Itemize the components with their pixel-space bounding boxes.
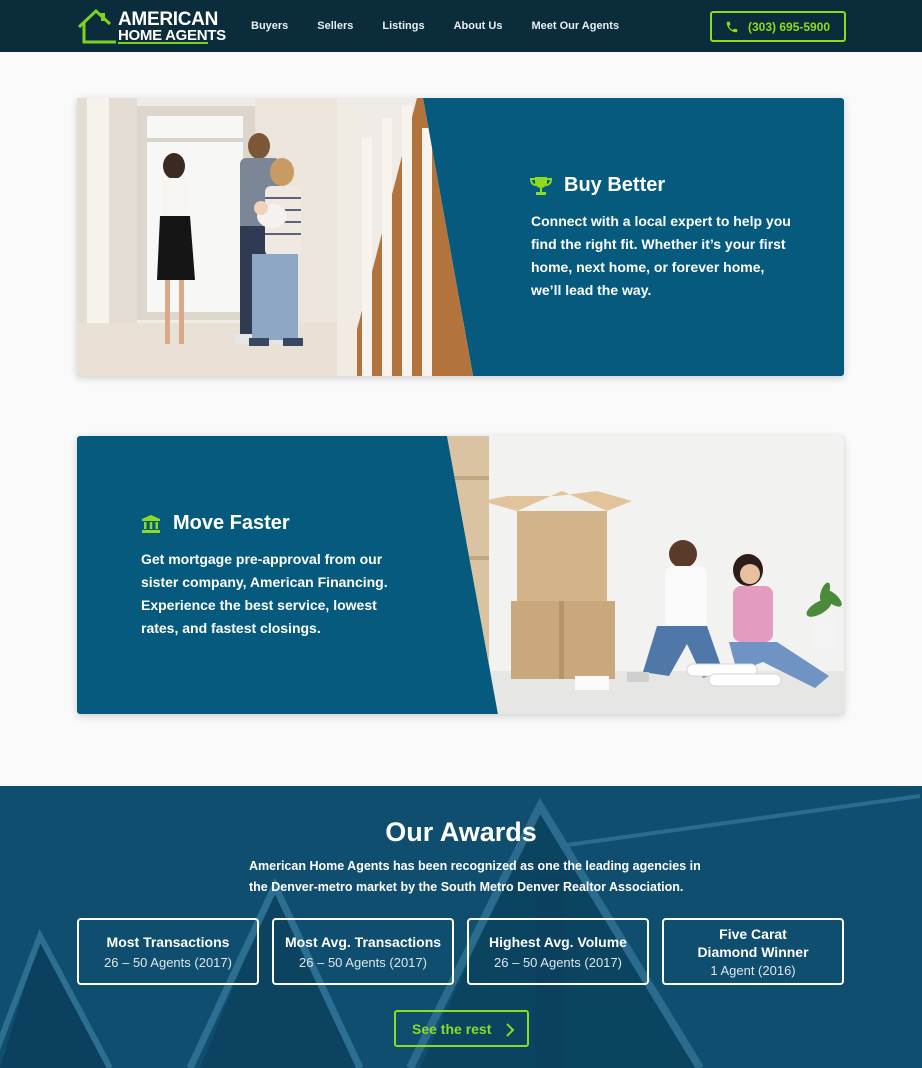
buy-better-card: Buy Better Connect with a local expert t… bbox=[77, 98, 844, 376]
company-logo[interactable]: AMERICAN HOME AGENTS bbox=[76, 7, 226, 45]
award-card: Most Transactions 26 – 50 Agents (2017) bbox=[77, 918, 259, 985]
award-name-line-1: Five Carat bbox=[719, 926, 787, 942]
award-card: Most Avg. Transactions 26 – 50 Agents (2… bbox=[272, 918, 454, 985]
main-nav: Buyers Sellers Listings About Us Meet Ou… bbox=[251, 0, 648, 52]
nav-meet-our-agents[interactable]: Meet Our Agents bbox=[531, 20, 619, 32]
phone-number: (303) 695-5900 bbox=[748, 19, 831, 34]
buy-better-title: Buy Better bbox=[530, 174, 665, 197]
move-faster-card: Move Faster Get mortgage pre-approval fr… bbox=[77, 436, 844, 714]
award-name: Most Avg. Transactions bbox=[284, 934, 442, 950]
buy-better-text: Connect with a local expert to help you … bbox=[531, 213, 791, 298]
move-faster-title: Move Faster bbox=[141, 512, 290, 535]
award-name: Highest Avg. Volume bbox=[489, 934, 627, 950]
nav-buyers[interactable]: Buyers bbox=[251, 20, 288, 32]
couple-moving-boxes-photo bbox=[447, 436, 844, 714]
site-header: AMERICAN HOME AGENTS Buyers Sellers List… bbox=[0, 0, 922, 52]
award-description: 1 Agent (2016) bbox=[710, 963, 796, 978]
trophy-icon bbox=[530, 176, 552, 195]
chevron-right-icon bbox=[506, 1023, 515, 1037]
family-entering-home-photo bbox=[77, 98, 477, 376]
bank-icon bbox=[142, 514, 160, 533]
awards-subtitle: American Home Agents has been recognized… bbox=[249, 856, 701, 898]
move-faster-text: Get mortgage pre-approval from our siste… bbox=[141, 551, 388, 636]
phone-button[interactable]: (303) 695-5900 bbox=[710, 11, 846, 42]
see-the-rest-label: See the rest bbox=[412, 1020, 492, 1037]
awards-subtitle-line-2: the Denver-metro market by the South Met… bbox=[249, 880, 684, 894]
award-description: 26 – 50 Agents (2017) bbox=[299, 955, 427, 970]
move-faster-title-text: Move Faster bbox=[173, 512, 290, 534]
buy-better-title-text: Buy Better bbox=[564, 174, 666, 196]
house-logo-icon bbox=[77, 8, 116, 44]
award-name: Most Transactions bbox=[106, 934, 230, 950]
nav-about-us[interactable]: About Us bbox=[454, 20, 503, 32]
award-card: Highest Avg. Volume 26 – 50 Agents (2017… bbox=[467, 918, 649, 985]
nav-sellers[interactable]: Sellers bbox=[317, 20, 353, 32]
award-name-line-2: Diamond Winner bbox=[697, 944, 809, 960]
award-description: 26 – 50 Agents (2017) bbox=[494, 955, 622, 970]
award-description: 26 – 50 Agents (2017) bbox=[104, 955, 232, 970]
award-card: Five Carat Diamond Winner 1 Agent (2016) bbox=[662, 918, 844, 985]
see-the-rest-button[interactable]: See the rest bbox=[394, 1010, 529, 1047]
awards-subtitle-line-1: American Home Agents has been recognized… bbox=[249, 859, 701, 873]
awards-section: Our Awards American Home Agents has been… bbox=[0, 786, 922, 1068]
phone-icon bbox=[726, 21, 738, 32]
logo-underline bbox=[118, 42, 208, 44]
nav-listings[interactable]: Listings bbox=[382, 20, 424, 32]
awards-title: Our Awards bbox=[385, 817, 537, 847]
